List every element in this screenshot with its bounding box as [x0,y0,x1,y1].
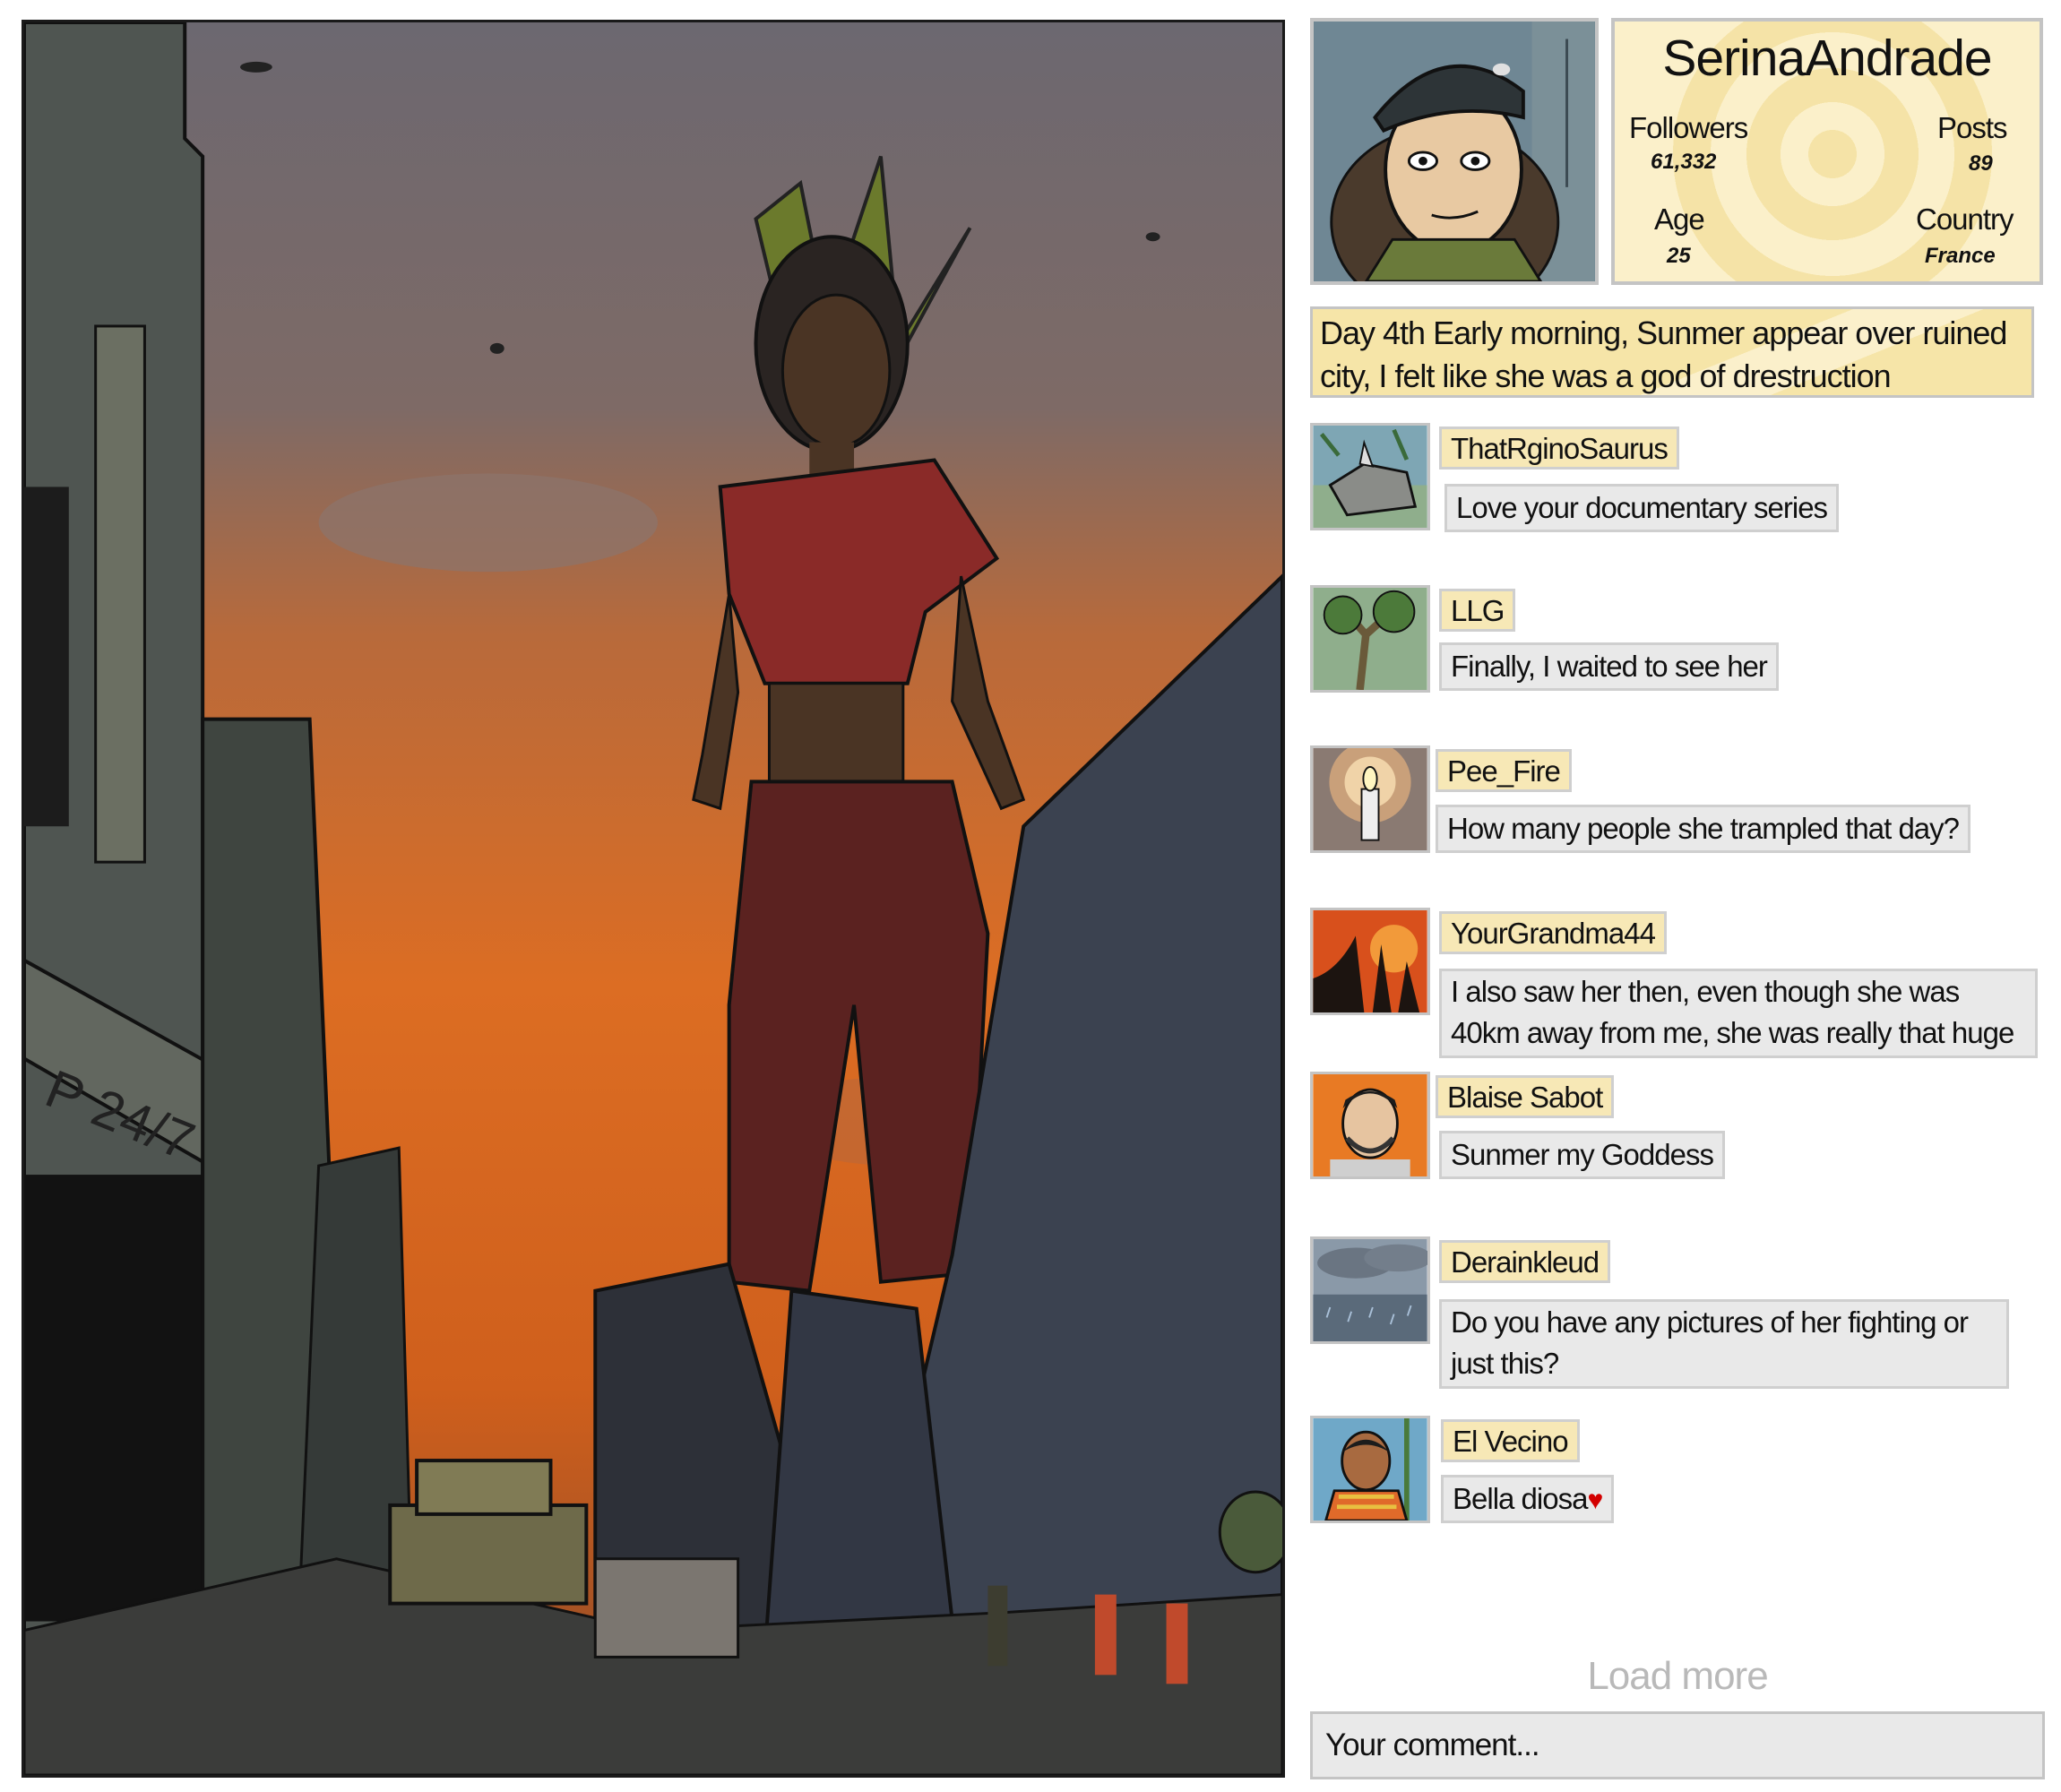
age-value: 25 [1667,244,1691,268]
man-with-vest-avatar-icon[interactable] [1310,1416,1430,1523]
sunset-silhouette-avatar-icon[interactable] [1310,908,1430,1015]
comment-username[interactable]: ThatRginoSaurus [1439,426,1679,470]
comment-text: Sunmer my Goddess [1439,1131,1725,1179]
posts-label: Posts [1937,111,2008,144]
comment-username[interactable]: YourGrandma44 [1439,911,1667,954]
comment-input[interactable] [1310,1711,2045,1779]
comment-text: Bella diosa♥ [1441,1475,1615,1523]
followers-value: 61,332 [1651,150,1717,174]
posts-value: 89 [1969,151,1993,176]
comment-username[interactable]: Derainkleud [1439,1240,1611,1283]
comment-text-content: Bella diosa [1453,1482,1588,1515]
country-value: France [1925,244,1996,268]
comment-username[interactable]: Pee_Fire [1436,749,1572,792]
rain-cloud-avatar-icon[interactable] [1310,1236,1430,1344]
heart-icon: ♥ [1587,1486,1603,1515]
profile-avatar[interactable] [1310,18,1599,285]
comment-username[interactable]: Blaise Sabot [1436,1075,1615,1118]
followers-label: Followers [1629,111,1748,144]
social-panel: SerinaAndrade Followers 61,332 Posts 89 … [1310,18,2045,1779]
country-label: Country [1916,202,2014,236]
main-artwork-image: P 24/7 [22,20,1285,1778]
post-caption: Day 4th Early morning, Sunmer appear ove… [1310,306,2034,398]
comment-text: Do you have any pictures of her fighting… [1439,1299,2009,1389]
comment-text: Finally, I waited to see her [1439,642,1779,691]
rhino-avatar-icon[interactable] [1310,423,1430,530]
comment-username[interactable]: El Vecino [1441,1419,1580,1462]
tree-avatar-icon[interactable] [1310,585,1430,693]
load-more-button[interactable]: Load more [1310,1654,2045,1699]
profile-info-card: SerinaAndrade Followers 61,332 Posts 89 … [1611,18,2043,285]
profile-username[interactable]: SerinaAndrade [1615,29,2039,88]
candle-avatar-icon[interactable] [1310,745,1430,853]
age-label: Age [1654,202,1705,236]
comment-username[interactable]: LLG [1439,589,1516,632]
comment-text: I also saw her then, even though she was… [1439,969,2038,1058]
comment-text: Love your documentary series [1444,484,1840,532]
comment-text: How many people she trampled that day? [1436,805,1971,853]
man-portrait-avatar-icon[interactable] [1310,1072,1430,1179]
